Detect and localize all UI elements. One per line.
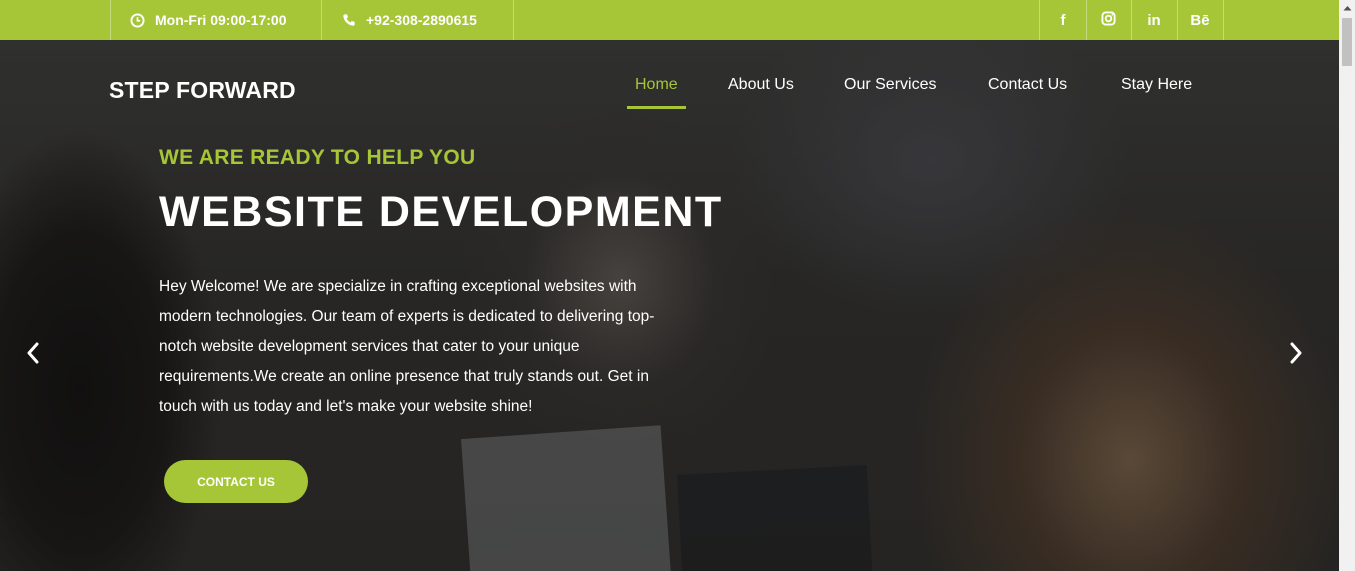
linkedin-link[interactable]: in: [1131, 0, 1178, 40]
nav-item-stay-here[interactable]: Stay Here: [1121, 76, 1192, 108]
phone-number[interactable]: +92-308-2890615: [322, 0, 514, 40]
page: Mon-Fri 09:00-17:00 +92-308-2890615 f in…: [0, 0, 1355, 571]
nav-item-about-us[interactable]: About Us: [728, 76, 794, 108]
scrollbar-thumb[interactable]: [1342, 18, 1352, 66]
facebook-link[interactable]: f: [1039, 0, 1087, 40]
business-hours: Mon-Fri 09:00-17:00: [110, 0, 322, 40]
chevron-left-icon: [25, 342, 41, 369]
slider-prev-button[interactable]: [21, 342, 45, 369]
description-line: notch website development services that …: [159, 338, 580, 355]
nav-item-contact-us[interactable]: Contact Us: [988, 76, 1067, 108]
active-nav-underline: [627, 106, 686, 109]
facebook-icon: f: [1060, 11, 1066, 29]
nav-item-label: Contact Us: [988, 76, 1068, 93]
description-line: modern technologies. Our team of experts…: [159, 308, 655, 325]
behance-icon: Bē: [1190, 11, 1210, 29]
nav-item-our-services[interactable]: Our Services: [844, 76, 936, 108]
nav-item-label: Home: [635, 76, 678, 93]
contact-us-button[interactable]: CONTACT US: [164, 460, 308, 503]
page-scrollbar[interactable]: [1339, 0, 1355, 571]
nav-item-label: Stay Here: [1121, 76, 1193, 93]
hero-kicker: WE ARE READY TO HELP YOU: [159, 146, 476, 169]
nav-item-label: About Us: [728, 76, 794, 93]
scroll-up-arrow-icon[interactable]: [1339, 0, 1355, 16]
brand-logo[interactable]: STEP FORWARD: [109, 77, 296, 104]
description-line: touch with us today and let's make your …: [159, 398, 533, 415]
linkedin-icon: in: [1147, 11, 1161, 29]
slider-next-button[interactable]: [1284, 342, 1308, 369]
nav-item-label: Our Services: [844, 76, 937, 93]
hero-description: Hey Welcome! We are specialize in crafti…: [159, 272, 719, 422]
chevron-right-icon: [1288, 342, 1304, 369]
business-hours-text: Mon-Fri 09:00-17:00: [155, 12, 287, 28]
instagram-icon: [1100, 10, 1116, 30]
instagram-link[interactable]: [1085, 0, 1132, 40]
hero-headline: WEBSITE DEVELOPMENT: [159, 188, 723, 236]
description-line: Hey Welcome! We are specialize in crafti…: [159, 278, 637, 295]
description-line: requirements.We create an online presenc…: [159, 368, 649, 385]
nav-item-home[interactable]: Home: [627, 76, 686, 109]
clock-icon: [130, 12, 145, 28]
phone-icon: [342, 13, 356, 27]
phone-number-text: +92-308-2890615: [366, 12, 477, 28]
behance-link[interactable]: Bē: [1177, 0, 1224, 40]
top-bar: Mon-Fri 09:00-17:00 +92-308-2890615 f in…: [0, 0, 1339, 40]
